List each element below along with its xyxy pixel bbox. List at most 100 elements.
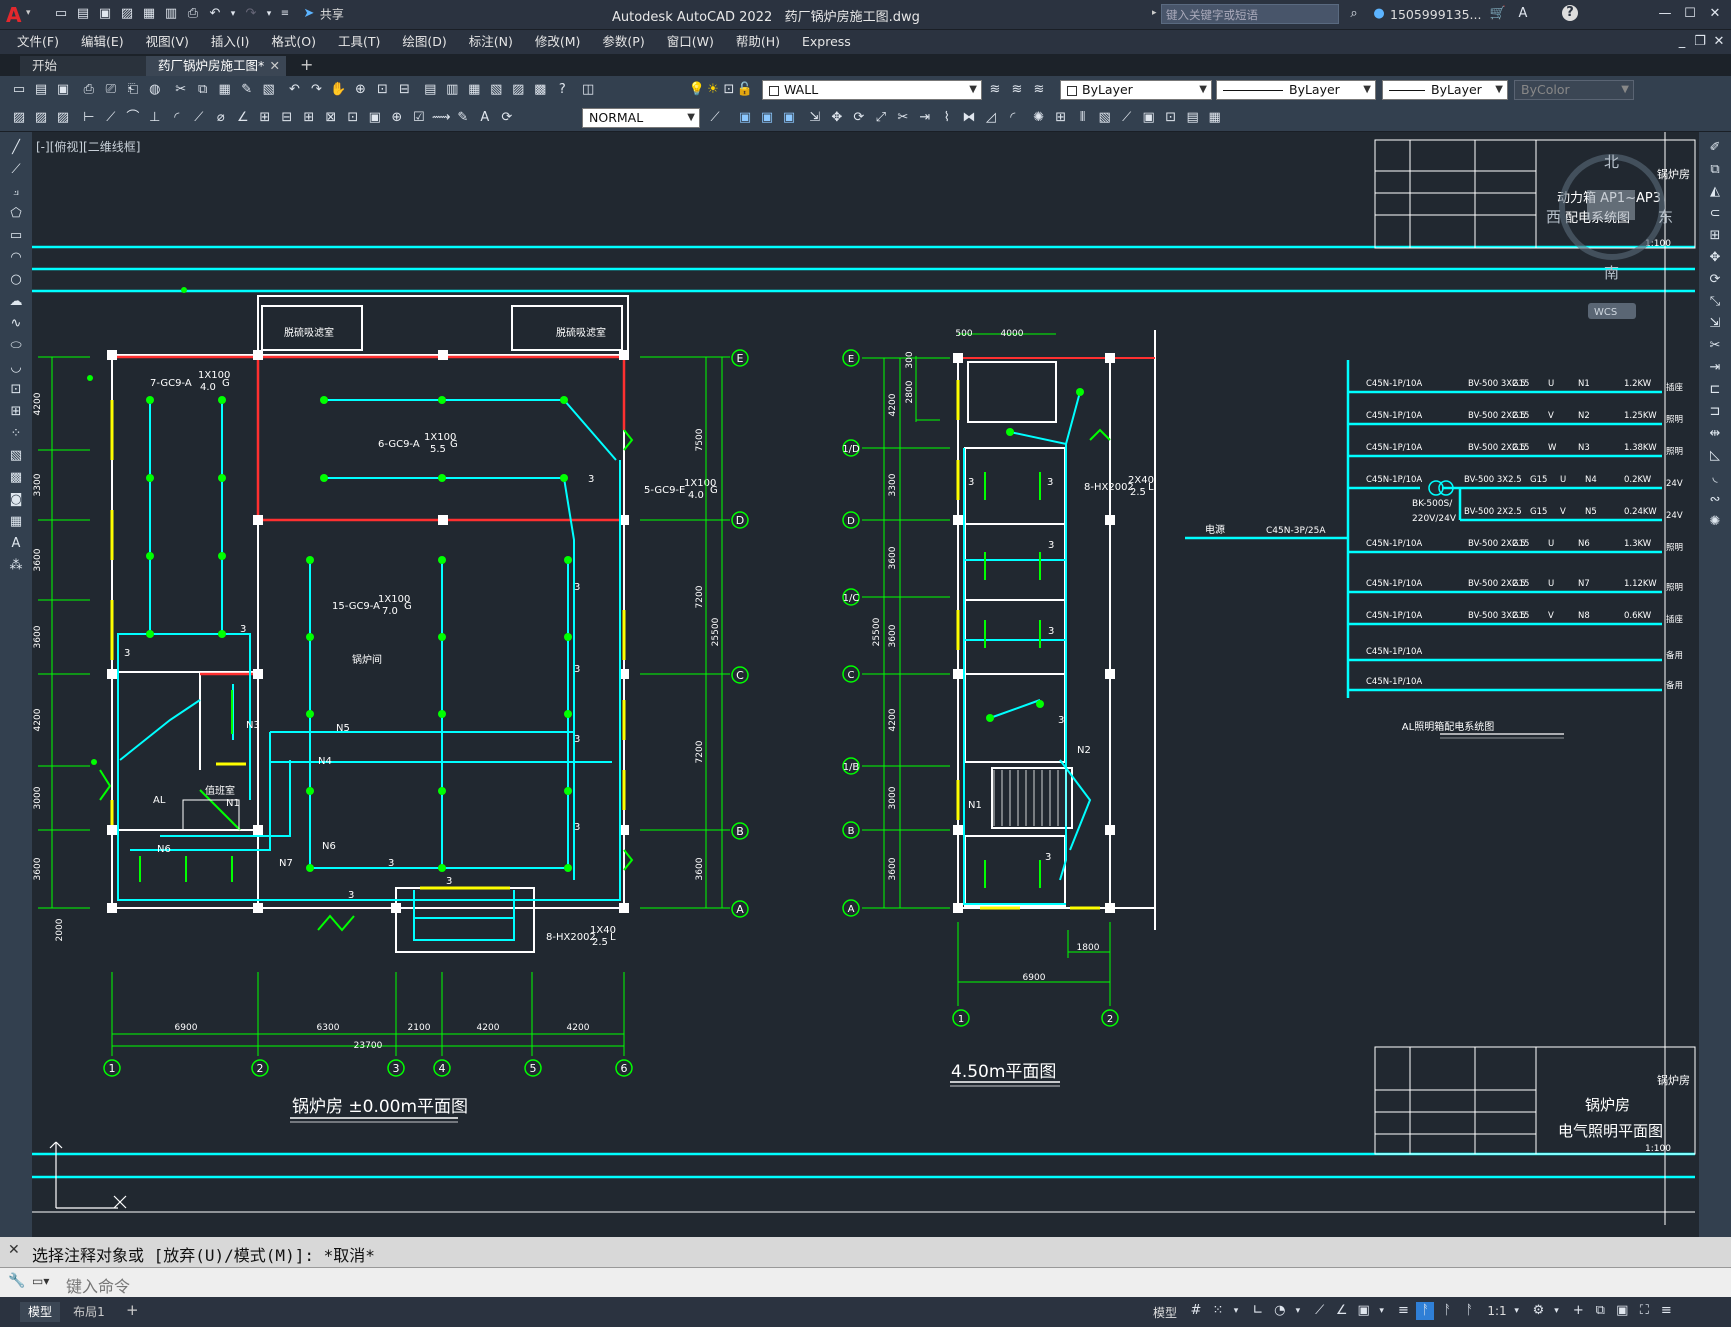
layer-dropdown[interactable]: WALL ▼: [762, 80, 982, 100]
redo-icon[interactable]: ↷: [307, 81, 325, 99]
dim-text-edit-icon[interactable]: A: [476, 109, 494, 127]
properties-icon[interactable]: ▤: [421, 81, 439, 99]
polar-icon[interactable]: ◔: [1271, 1302, 1289, 1320]
new-icon[interactable]: ▭: [52, 5, 70, 23]
doc-close-icon[interactable]: ✕: [1710, 33, 1728, 51]
command-input[interactable]: 键入命令: [66, 1273, 130, 1297]
customize-icon[interactable]: ≡: [278, 5, 292, 23]
user-name[interactable]: 1505999135...: [1390, 7, 1481, 22]
attdef-icon[interactable]: ▤: [1184, 109, 1202, 127]
hardware-accel-icon[interactable]: ▣: [1613, 1302, 1631, 1320]
rotate-icon[interactable]: ⟳: [1704, 270, 1726, 290]
move-icon[interactable]: ✥: [1704, 248, 1726, 268]
3d-print-icon[interactable]: ◍: [146, 81, 164, 99]
ellipse-arc-icon[interactable]: ◡: [5, 358, 27, 378]
chamfer-icon[interactable]: ◺: [1704, 446, 1726, 466]
layer-previous-icon[interactable]: ≋: [1008, 81, 1026, 99]
user-icon[interactable]: ●: [1370, 5, 1388, 23]
spline-icon[interactable]: ∿: [5, 314, 27, 334]
copy-icon[interactable]: ⧉: [194, 81, 212, 99]
share-label[interactable]: 共享: [320, 8, 344, 22]
save-web-icon[interactable]: ▥: [162, 5, 180, 23]
scale-value[interactable]: 1:1: [1487, 1304, 1506, 1318]
chevron-down-icon[interactable]: ▾: [1512, 1302, 1522, 1320]
clean-screen-icon[interactable]: ⛶: [1635, 1302, 1653, 1320]
search-input[interactable]: 键入关键字或短语: [1161, 4, 1339, 24]
cart-icon[interactable]: 🛒: [1489, 5, 1507, 23]
menu-file[interactable]: 文件(F): [6, 30, 70, 54]
calc-icon[interactable]: ▩: [531, 81, 549, 99]
sheet-set-icon[interactable]: ▧: [487, 81, 505, 99]
rotate-icon[interactable]: ⟳: [850, 109, 868, 127]
tab-drawing[interactable]: 药厂锅炉房施工图* ✕: [146, 56, 286, 76]
maximize-icon[interactable]: ☐: [1681, 5, 1699, 23]
linetype-dropdown[interactable]: ByLayer ▼: [1216, 80, 1376, 100]
block-edit-icon[interactable]: ▧: [260, 81, 278, 99]
wblock-icon[interactable]: ▦: [1206, 109, 1224, 127]
lineweight-icon[interactable]: ≡: [1394, 1302, 1412, 1320]
annotation-visibility-icon[interactable]: ᚨ: [1416, 1302, 1435, 1320]
erase-icon[interactable]: ✐: [1704, 138, 1726, 158]
dim-baseline-icon[interactable]: ⊟: [278, 109, 296, 127]
plus-icon[interactable]: +: [1569, 1302, 1587, 1320]
stretch-icon[interactable]: ⇲: [806, 109, 824, 127]
menu-help[interactable]: 帮助(H): [725, 30, 791, 54]
mtext-icon[interactable]: A: [5, 534, 27, 554]
color-dropdown[interactable]: ByLayer ▼: [1060, 80, 1212, 100]
add-selected-icon[interactable]: ⁂: [5, 556, 27, 576]
break-icon[interactable]: ⌇: [938, 109, 956, 127]
dim-angular-icon[interactable]: ∠: [234, 109, 252, 127]
join-icon[interactable]: ⇹: [1704, 424, 1726, 444]
polygon-icon[interactable]: ⬠: [5, 204, 27, 224]
undo-icon[interactable]: ↶: [206, 5, 224, 23]
layout1-tab[interactable]: 布局1: [66, 1302, 112, 1322]
hatch-icon[interactable]: ▧: [5, 446, 27, 466]
dim-linear-icon[interactable]: ⊢: [80, 109, 98, 127]
autodesk-app-icon[interactable]: A: [1514, 5, 1532, 23]
ellipse-icon[interactable]: ⬭: [5, 336, 27, 356]
qnew-icon[interactable]: ▭: [10, 81, 28, 99]
annotation-scale-icon[interactable]: ᚨ: [1460, 1302, 1478, 1320]
viewcube[interactable]: 北 南 东 西 WCS: [1546, 153, 1673, 319]
menu-view[interactable]: 视图(V): [135, 30, 200, 54]
menu-draw[interactable]: 绘图(D): [391, 30, 457, 54]
help-icon[interactable]: ?: [1562, 5, 1578, 21]
plot-icon[interactable]: ⎙: [80, 81, 98, 99]
app-logo[interactable]: A: [6, 3, 21, 27]
blend-icon[interactable]: ∾: [1704, 490, 1726, 510]
close-icon[interactable]: ✕: [1706, 5, 1724, 23]
chevron-down-icon[interactable]: ▾: [228, 5, 238, 23]
chevron-down-icon[interactable]: ▾: [26, 8, 31, 18]
layer-walk-icon[interactable]: ▨: [10, 109, 28, 127]
menu-express[interactable]: Express: [791, 30, 862, 54]
save-icon[interactable]: ▣: [54, 81, 72, 99]
close-cmd-icon[interactable]: ✕: [8, 1242, 20, 1258]
chevron-right-icon[interactable]: ▸: [1152, 8, 1157, 18]
pedit-icon[interactable]: ⟋: [1118, 109, 1136, 127]
cut-icon[interactable]: ✂: [172, 81, 190, 99]
extend-icon[interactable]: ⇥: [916, 109, 934, 127]
layer-manager-icon[interactable]: ◫: [579, 81, 597, 99]
chamfer-icon[interactable]: ◿: [982, 109, 1000, 127]
isolate-icon[interactable]: ⧉: [1591, 1302, 1609, 1320]
trim-icon[interactable]: ✂: [894, 109, 912, 127]
mirror-icon[interactable]: ▣: [780, 109, 798, 127]
menu-parametric[interactable]: 参数(P): [591, 30, 655, 54]
plotstyle-dropdown[interactable]: ByColor ▼: [1514, 80, 1634, 100]
customize-status-icon[interactable]: ≡: [1657, 1302, 1675, 1320]
menu-tools[interactable]: 工具(T): [327, 30, 391, 54]
quick-dim-icon[interactable]: ⊞: [256, 109, 274, 127]
menu-window[interactable]: 窗口(W): [656, 30, 725, 54]
command-input-bar[interactable]: 🔧 ▭▾ 键入命令: [0, 1267, 1731, 1297]
dim-break-icon[interactable]: ⊡: [344, 109, 362, 127]
open-web-icon[interactable]: ▦: [140, 5, 158, 23]
dimstyle-manager-icon[interactable]: ⟋: [706, 109, 724, 127]
dim-continue-icon[interactable]: ⊞: [300, 109, 318, 127]
ortho-icon[interactable]: ∟: [1249, 1302, 1267, 1320]
tolerance-icon[interactable]: ▣: [366, 109, 384, 127]
gear-icon[interactable]: ⚙: [1529, 1302, 1547, 1320]
menu-edit[interactable]: 编辑(E): [70, 30, 135, 54]
block-icon[interactable]: ▣: [1140, 109, 1158, 127]
point-icon[interactable]: ⁘: [5, 424, 27, 444]
make-current-icon[interactable]: ≋: [986, 81, 1004, 99]
